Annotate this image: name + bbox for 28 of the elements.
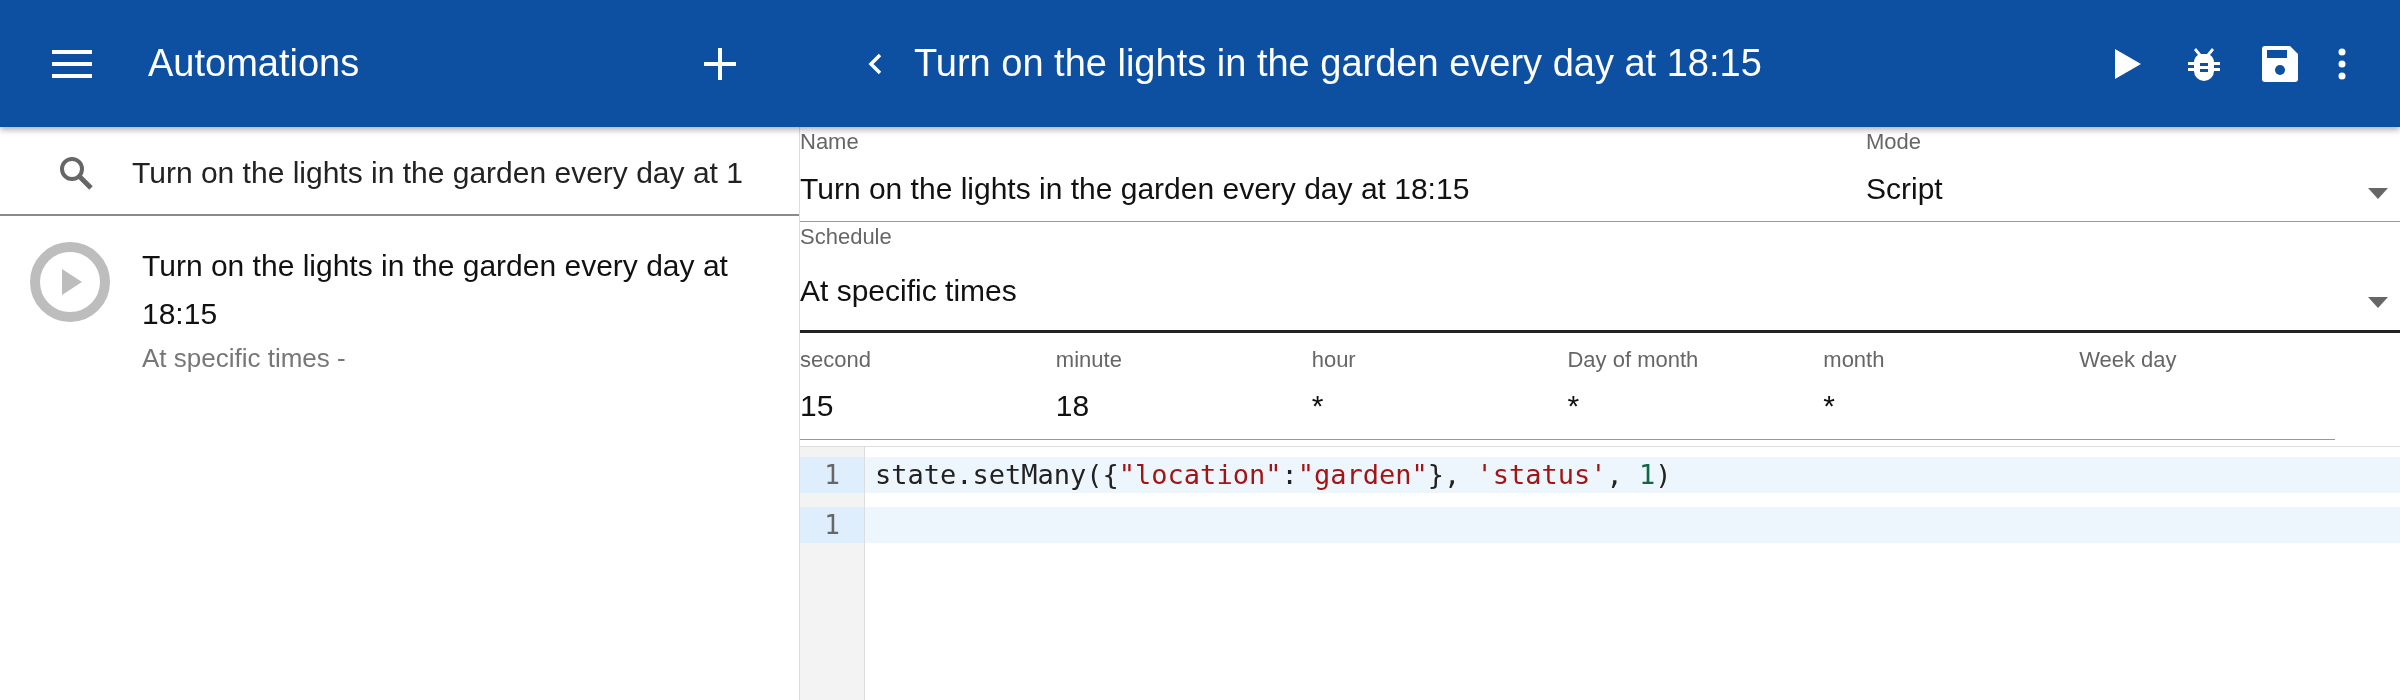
app-title: Automations: [148, 42, 361, 85]
schedule-select[interactable]: Schedule At specific times: [800, 222, 2400, 333]
cron-field-label: Week day: [2079, 346, 2178, 374]
automation-list-item[interactable]: Turn on the lights in the garden every day at 18:15 At specific times -: [0, 216, 799, 378]
cron-field[interactable]: *: [1567, 389, 1798, 423]
play-icon[interactable]: [2115, 48, 2141, 79]
back-icon[interactable]: [868, 52, 882, 75]
line-number: 1: [800, 507, 864, 543]
automation-title: Turn on the lights in the garden every day at 18:15: [914, 42, 1763, 85]
cron-field[interactable]: 15: [800, 389, 1030, 423]
dropdown-caret-icon: [2368, 188, 2388, 199]
search-field[interactable]: Turn on the lights in the garden every day at 1: [132, 155, 799, 190]
mode-select[interactable]: Mode Script: [1866, 127, 2400, 222]
cron-field-label: hour: [1311, 346, 1357, 374]
cron-field-label: Day of month: [1567, 346, 1700, 374]
cron-field[interactable]: 18: [1055, 389, 1286, 423]
name-field[interactable]: Name Turn on the lights in the garden every day at 18:15: [800, 127, 1866, 222]
dropdown-caret-icon: [2368, 297, 2388, 308]
cron-field[interactable]: *: [1823, 389, 2054, 423]
automation-schedule: At specific times -: [142, 342, 347, 375]
cron-field[interactable]: *: [1311, 389, 1542, 423]
cron-field-label: second: [800, 346, 872, 374]
automation-name: Turn on the lights in the garden every day at 18:15: [142, 248, 729, 332]
cron-field-label: month: [1823, 346, 1886, 374]
search-icon: [58, 154, 94, 191]
cron-field-label: minute: [1055, 346, 1123, 374]
play-circle-icon: [30, 242, 110, 322]
line-number: 1: [800, 457, 864, 493]
